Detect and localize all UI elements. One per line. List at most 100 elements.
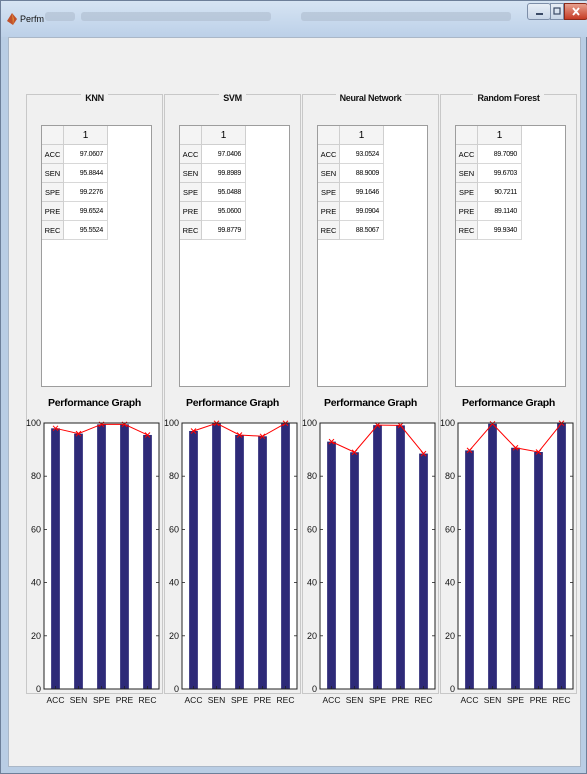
y-tick-label: 0	[450, 684, 455, 694]
table-column-header: 1	[340, 126, 384, 145]
y-tick-label: 40	[445, 578, 455, 588]
bar	[74, 433, 83, 689]
y-tick-label: 40	[307, 578, 317, 588]
table-cell[interactable]: 99.6703	[478, 164, 522, 183]
title-bar[interactable]: Perfm	[1, 1, 587, 37]
panel-title: KNN	[81, 93, 108, 103]
x-tick-label: ACC	[323, 695, 341, 705]
table-cell[interactable]: 95.8844	[64, 164, 108, 183]
y-tick-label: 40	[31, 578, 41, 588]
results-table[interactable]: 1 ACC 89.7090 SEN 99.6703 SPE 90.7211 PR…	[455, 125, 566, 387]
table-corner	[456, 126, 478, 145]
table-cell[interactable]: 99.2276	[64, 183, 108, 202]
table-cell[interactable]: 99.6524	[64, 202, 108, 221]
x-tick-label: PRE	[392, 695, 410, 705]
title-blur-decoration-2	[81, 12, 271, 21]
table-row-header: SEN	[180, 164, 202, 183]
close-button[interactable]	[564, 3, 587, 20]
table-cell[interactable]: 95.0488	[202, 183, 246, 202]
y-tick-label: 80	[307, 471, 317, 481]
table-cell[interactable]: 99.9340	[478, 221, 522, 240]
x-tick-label: SEN	[70, 695, 87, 705]
table-column-header: 1	[478, 126, 522, 145]
table-cell[interactable]: 99.8779	[202, 221, 246, 240]
x-tick-label: ACC	[185, 695, 203, 705]
x-tick-label: PRE	[530, 695, 548, 705]
x-tick-label: REC	[139, 695, 157, 705]
table-cell[interactable]: 89.1140	[478, 202, 522, 221]
table-cell[interactable]: 99.0904	[340, 202, 384, 221]
results-table[interactable]: 1 ACC 97.0607 SEN 95.8844 SPE 99.2276 PR…	[41, 125, 152, 387]
bar	[258, 436, 267, 689]
bar	[189, 430, 198, 689]
table-cell[interactable]: 88.5067	[340, 221, 384, 240]
panel-knn: KNN 1 ACC 97.0607 SEN 95.8844 SPE 99.227…	[26, 93, 163, 705]
y-tick-label: 80	[169, 471, 179, 481]
bar	[235, 434, 244, 689]
bar	[488, 423, 497, 689]
figure-client-area: KNN 1 ACC 97.0607 SEN 95.8844 SPE 99.227…	[8, 37, 581, 767]
table-cell[interactable]: 90.7211	[478, 183, 522, 202]
maximize-button[interactable]	[550, 3, 564, 20]
performance-graph: 0 20 40 60 80 100 ACC SEN SPE PRE REC	[26, 418, 160, 705]
x-tick-label: SPE	[93, 695, 110, 705]
title-blur-decoration	[45, 12, 75, 21]
bar	[557, 423, 566, 689]
x-tick-label: REC	[277, 695, 295, 705]
panel-title: Random Forest	[473, 93, 544, 103]
minimize-button[interactable]	[527, 3, 551, 20]
y-tick-label: 60	[31, 524, 41, 534]
table-row-header: PRE	[180, 202, 202, 221]
minimize-icon	[536, 13, 543, 15]
table-row-header: SPE	[42, 183, 64, 202]
table-cell[interactable]: 95.5524	[64, 221, 108, 240]
table-cell[interactable]: 93.0524	[340, 145, 384, 164]
y-tick-label: 60	[307, 524, 317, 534]
bar	[97, 424, 106, 689]
table-cell[interactable]: 95.0600	[202, 202, 246, 221]
x-tick-label: ACC	[461, 695, 479, 705]
title-blur-decoration-3	[301, 12, 511, 21]
table-cell[interactable]: 99.8989	[202, 164, 246, 183]
table-row-header: ACC	[42, 145, 64, 164]
x-tick-label: REC	[415, 695, 433, 705]
panel-neural-network: Neural Network 1 ACC 93.0524 SEN 88.9009…	[302, 93, 439, 705]
results-table[interactable]: 1 ACC 97.0406 SEN 99.8989 SPE 95.0488 PR…	[179, 125, 290, 387]
table-cell[interactable]: 97.0607	[64, 145, 108, 164]
table-cell[interactable]: 97.0406	[202, 145, 246, 164]
table-row-header: SEN	[318, 164, 340, 183]
table-cell[interactable]: 89.7090	[478, 145, 522, 164]
y-tick-label: 40	[169, 578, 179, 588]
y-tick-label: 60	[169, 524, 179, 534]
maximize-icon	[553, 7, 561, 15]
bar	[327, 441, 336, 689]
table-row-header: PRE	[318, 202, 340, 221]
table-cell[interactable]: 99.1646	[340, 183, 384, 202]
table-row-header: SEN	[42, 164, 64, 183]
bar	[534, 451, 543, 689]
y-tick-label: 80	[445, 471, 455, 481]
table-cell[interactable]: 88.9009	[340, 164, 384, 183]
y-tick-label: 0	[36, 684, 41, 694]
table-column-header: 1	[202, 126, 246, 145]
bar	[281, 423, 290, 689]
table-corner	[180, 126, 202, 145]
bar	[419, 453, 428, 689]
x-tick-label: ACC	[47, 695, 65, 705]
table-row-header: SPE	[318, 183, 340, 202]
bar	[396, 425, 405, 689]
y-tick-label: 100	[440, 418, 455, 428]
results-table[interactable]: 1 ACC 93.0524 SEN 88.9009 SPE 99.1646 PR…	[317, 125, 428, 387]
bar	[120, 424, 129, 689]
x-tick-label: SEN	[346, 695, 363, 705]
panel-title: SVM	[219, 93, 246, 103]
panel-svm: SVM 1 ACC 97.0406 SEN 99.8989 SPE 95.048…	[164, 93, 301, 705]
panel-random-forest: Random Forest 1 ACC 89.7090 SEN 99.6703 …	[440, 93, 577, 705]
table-corner	[42, 126, 64, 145]
y-tick-label: 20	[169, 631, 179, 641]
bar	[373, 425, 382, 689]
x-tick-label: PRE	[254, 695, 272, 705]
y-tick-label: 0	[312, 684, 317, 694]
table-row-header: SPE	[456, 183, 478, 202]
table-corner	[318, 126, 340, 145]
